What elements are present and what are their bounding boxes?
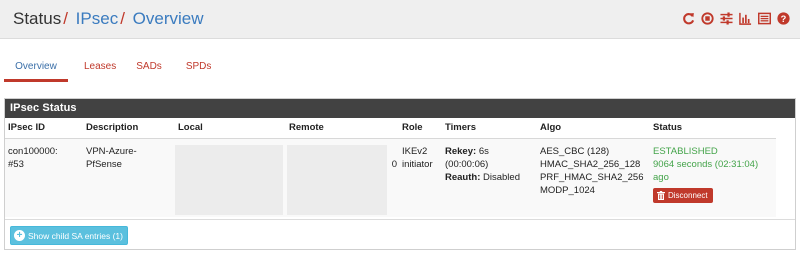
breadcrumb-status: Status [13, 9, 62, 28]
cell-ipsec-id: con100000: #53 [5, 138, 83, 217]
rekey-value: 6s [478, 145, 489, 157]
reauth-value: Disabled [483, 171, 520, 183]
breadcrumb: Status / IPsec / Overview [13, 9, 204, 29]
column-header-ipsec-id: IPsec ID [5, 118, 83, 139]
header-toolbar: ? [681, 11, 790, 26]
reauth-label: Reauth: [445, 171, 481, 183]
ipsec-id-line: #53 [8, 158, 24, 170]
algo-line: PRF_HMAC_SHA2_256 [540, 171, 644, 183]
cell-status: ESTABLISHED 9064 seconds (02:31:04) ago … [650, 138, 776, 217]
column-header-local: Local [175, 118, 286, 139]
help-icon[interactable]: ? [776, 11, 790, 26]
role-line: IKEv2 [402, 145, 428, 157]
redacted-remote-address [287, 145, 387, 215]
description-line: VPN-Azure- [86, 145, 137, 157]
tab-bar: Overview Leases SADs SPDs [4, 52, 217, 82]
trash-icon [657, 190, 665, 200]
algo-line: AES_CBC (128) [540, 145, 610, 157]
ipsec-id-line: con100000: [8, 145, 58, 157]
role-line: initiator [402, 158, 433, 170]
cell-timers: Rekey: 6s (00:00:06) Reauth: Disabled [442, 138, 537, 217]
ipsec-status-panel: IPsec Status IPsec ID Description Local … [4, 98, 796, 250]
breadcrumb-ipsec[interactable]: IPsec [76, 9, 119, 28]
show-child-sa-label: Show child SA entries (1) [28, 230, 123, 241]
rekey-label: Rekey: [445, 145, 477, 157]
table-header-row: IPsec ID Description Local Remote Role T… [5, 118, 776, 139]
description-line: PfSense [86, 158, 122, 170]
plus-circle-icon: + [14, 230, 25, 241]
status-uptime: 9064 seconds (02:31:04) [653, 158, 759, 170]
tab-leases[interactable]: Leases [78, 52, 122, 82]
chart-icon[interactable] [738, 11, 752, 26]
tab-sads[interactable]: SADs [130, 52, 168, 82]
column-header-status: Status [650, 118, 776, 139]
column-header-remote: Remote [286, 118, 399, 139]
svg-text:?: ? [780, 14, 786, 24]
cell-role: IKEv2 initiator [399, 138, 442, 217]
panel-title: IPsec Status [5, 99, 795, 118]
list-icon[interactable] [757, 11, 771, 26]
panel-footer: + Show child SA entries (1) [5, 219, 795, 249]
remote-text-fragment: 0 [391, 158, 397, 170]
breadcrumb-separator: / [63, 9, 68, 28]
cell-description: VPN-Azure- PfSense [83, 138, 175, 217]
column-header-algo: Algo [537, 118, 650, 139]
stop-service-icon[interactable] [700, 11, 714, 26]
disconnect-label: Disconnect [668, 190, 708, 200]
sliders-icon[interactable] [719, 11, 733, 26]
disconnect-button[interactable]: Disconnect [653, 187, 713, 203]
breadcrumb-separator: / [120, 9, 125, 28]
show-child-sa-button[interactable]: + Show child SA entries (1) [10, 226, 128, 245]
column-header-timers: Timers [442, 118, 537, 139]
table-row: con100000: #53 VPN-Azure- PfSense 0 IKEv… [5, 138, 776, 217]
column-header-role: Role [399, 118, 442, 139]
algo-line: HMAC_SHA2_256_128 [540, 158, 641, 170]
ipsec-status-table: IPsec ID Description Local Remote Role T… [5, 118, 776, 217]
tab-overview[interactable]: Overview [4, 52, 68, 82]
redacted-local-address [175, 145, 283, 215]
column-header-description: Description [83, 118, 175, 139]
algo-line: MODP_1024 [540, 184, 595, 196]
breadcrumb-overview[interactable]: Overview [133, 9, 204, 28]
status-state: ESTABLISHED [653, 145, 718, 157]
refresh-icon[interactable] [681, 11, 695, 26]
page-header: Status / IPsec / Overview ? [0, 0, 800, 39]
tab-spds[interactable]: SPDs [180, 52, 218, 82]
rekey-duration: (00:00:06) [445, 158, 489, 170]
status-uptime-suffix: ago [653, 171, 669, 183]
cell-algo: AES_CBC (128) HMAC_SHA2_256_128 PRF_HMAC… [537, 138, 650, 217]
